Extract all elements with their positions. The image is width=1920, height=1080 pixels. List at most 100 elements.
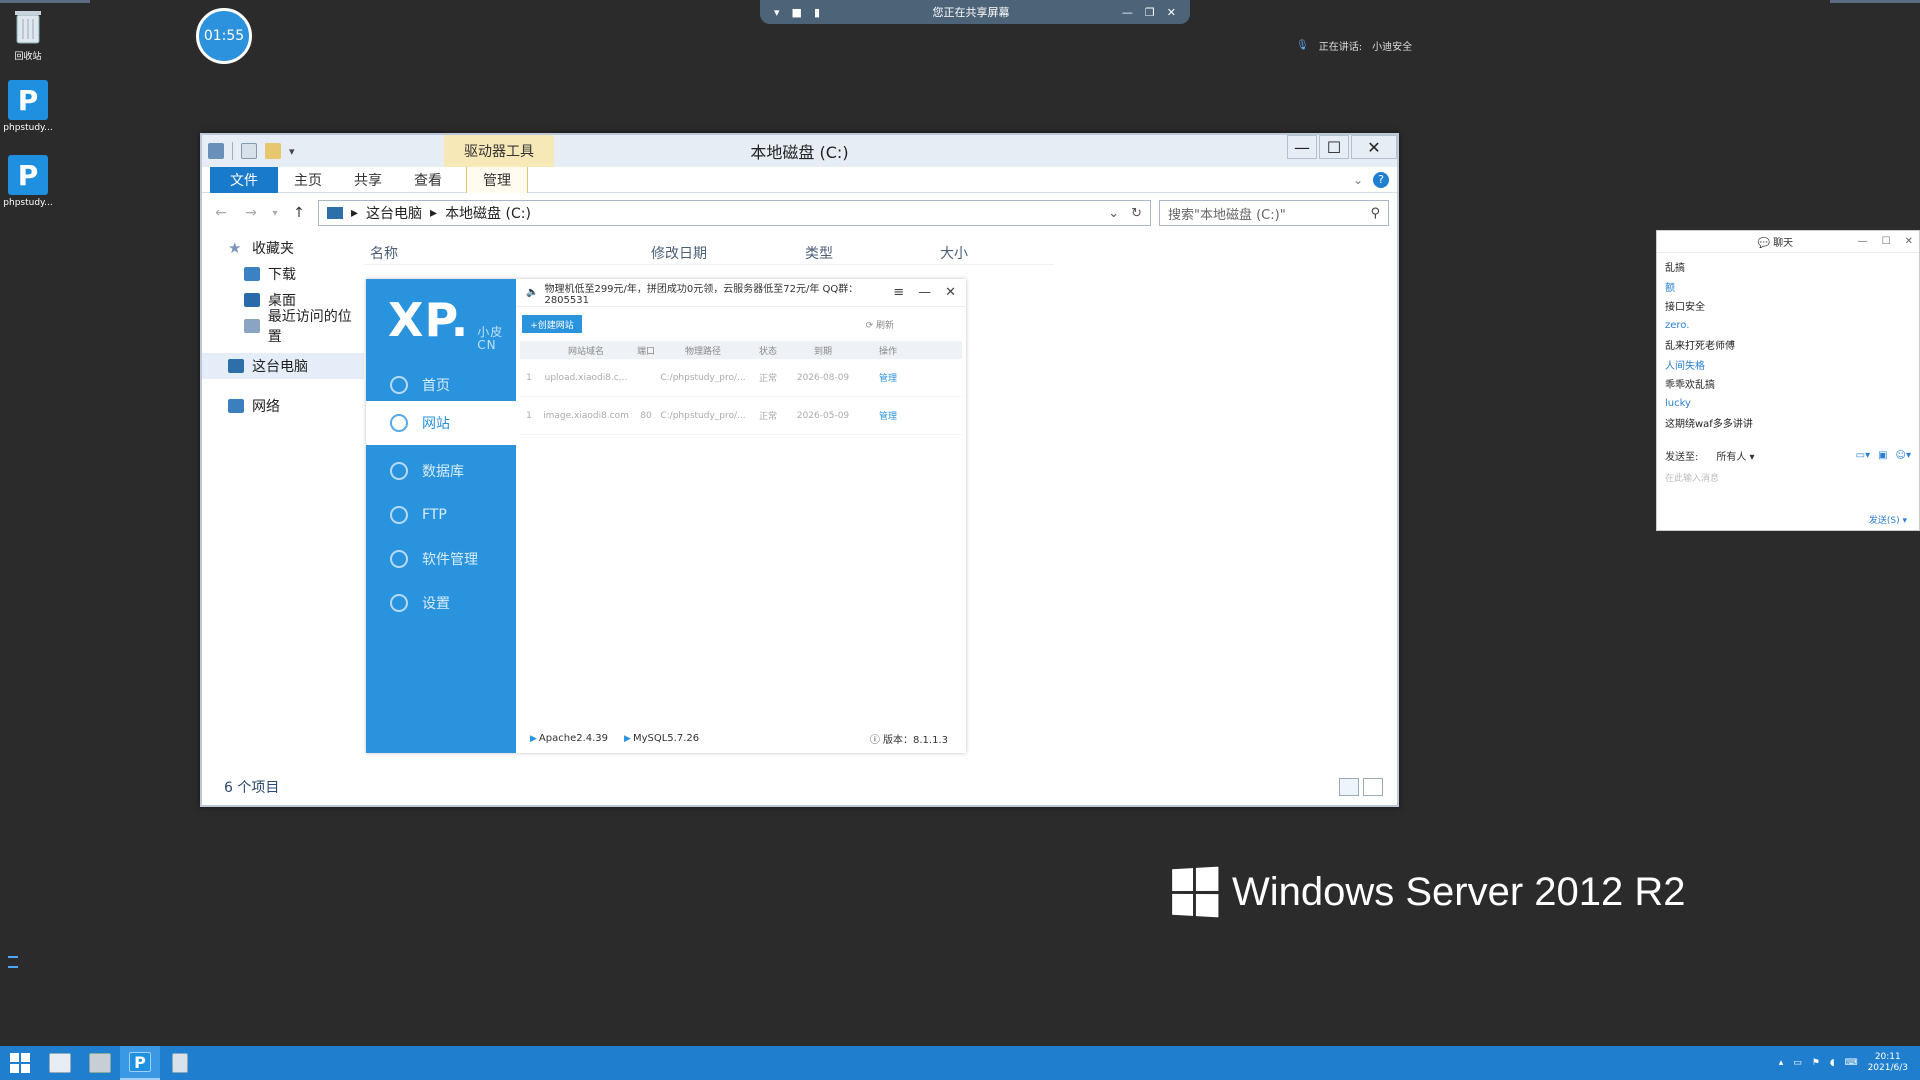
column-name[interactable]: 名称 — [364, 241, 604, 264]
screenshot-icon[interactable]: ▣ — [1878, 450, 1887, 461]
refresh-label: 刷新 — [875, 320, 894, 331]
breadcrumb-drive-c[interactable]: 本地磁盘 (C:) — [445, 203, 531, 223]
chat-input[interactable]: 在此输入消息 — [1657, 467, 1919, 507]
breadcrumb-this-pc[interactable]: 这台电脑 — [366, 203, 422, 223]
show-hidden-icons-icon[interactable]: ▴ — [1779, 1058, 1784, 1068]
windows-logo-icon — [10, 1053, 30, 1073]
tab-file[interactable]: 文件 — [210, 166, 278, 193]
keyboard-icon[interactable]: ⌨ — [1845, 1058, 1858, 1068]
php-nav-ftp[interactable]: FTP — [366, 493, 516, 537]
tab-view[interactable]: 查看 — [398, 167, 458, 193]
php-nav-software[interactable]: 软件管理 — [366, 537, 516, 581]
th-path: 物理路径 — [684, 346, 721, 357]
service-status-bar: ▶ Apache2.4.39 ▶ MySQL5.7.26 ⓘ 版本：8.1.1.3 — [516, 723, 966, 753]
desktop-icon-recycle-bin[interactable]: 回收站 — [2, 6, 54, 62]
network-tray-icon[interactable]: ▭ — [1793, 1058, 1802, 1068]
recent-locations-icon[interactable]: ▾ — [270, 208, 280, 219]
send-to-label: 发送至: — [1665, 451, 1699, 463]
side-handle-icon[interactable] — [8, 956, 18, 968]
column-size[interactable]: 大小 — [884, 241, 1024, 264]
search-box[interactable]: 搜索"本地磁盘 (C:)" ⚲ — [1159, 200, 1389, 226]
file-icon[interactable]: ▭▾ — [1856, 450, 1870, 461]
php-nav-settings[interactable]: 设置 — [366, 581, 516, 625]
php-nav-database[interactable]: 数据库 — [366, 449, 516, 493]
tab-share[interactable]: 共享 — [338, 167, 398, 193]
clock[interactable]: 20:11 2021/6/3 — [1868, 1052, 1908, 1074]
up-arrow-icon[interactable]: ↑ — [288, 205, 310, 221]
speaking-name: 小迪安全 — [1372, 42, 1413, 53]
restore-icon[interactable]: ❐ — [1145, 6, 1155, 19]
manage-link[interactable]: 管理 — [858, 409, 918, 422]
close-icon[interactable]: ✕ — [945, 285, 956, 300]
minimize-icon[interactable]: — — [1858, 236, 1868, 247]
create-website-button[interactable]: +创建网站 — [522, 315, 582, 333]
php-nav-website[interactable]: 网站 — [366, 401, 516, 445]
table-row[interactable]: 1 upload.xiaodi8.c... C:/phpstudy_pro/..… — [520, 359, 962, 397]
expand-ribbon-icon[interactable]: ⌄ — [1353, 173, 1363, 187]
nav-network[interactable]: 网络 — [202, 393, 364, 419]
column-modified[interactable]: 修改日期 — [604, 241, 754, 264]
table-row[interactable]: 1 image.xiaodi8.com 80 C:/phpstudy_pro/.… — [520, 397, 962, 435]
volume-icon[interactable]: ◖ — [1830, 1058, 1835, 1068]
start-button[interactable] — [0, 1046, 40, 1080]
refresh-icon[interactable]: ↻ — [1131, 206, 1142, 221]
os-name: Windows Server 2012 R2 — [1232, 869, 1686, 914]
taskbar-server-manager[interactable] — [40, 1046, 80, 1080]
php-nav-home[interactable]: 首页 — [366, 369, 516, 401]
recording-timer[interactable]: 01:55 — [196, 8, 252, 64]
mysql-status[interactable]: ▶ MySQL5.7.26 — [624, 733, 699, 744]
clock-date: 2021/6/3 — [1867, 1063, 1908, 1073]
chat-message: 乱搞 — [1665, 263, 1685, 275]
logo-text: XP. — [388, 293, 470, 347]
column-type[interactable]: 类型 — [754, 241, 884, 264]
share-stop-icon[interactable]: ■ — [792, 6, 802, 19]
send-to-select[interactable]: 所有人 ▾ — [1716, 448, 1754, 463]
large-icons-view-icon[interactable] — [1363, 778, 1383, 796]
user-icon[interactable]: ☺▾ — [1896, 450, 1911, 461]
send-button[interactable]: 发送(S) ▾ — [1869, 513, 1907, 526]
manage-link[interactable]: 管理 — [858, 371, 918, 384]
taskbar-phpstudy[interactable]: P — [120, 1046, 160, 1080]
tab-manage[interactable]: 管理 — [466, 166, 528, 193]
minimize-icon[interactable]: — — [918, 285, 931, 300]
gear-icon — [390, 594, 408, 612]
chat-titlebar[interactable]: 💬 聊天 — ☐ ✕ — [1657, 231, 1919, 253]
mysql-label: MySQL5.7.26 — [632, 732, 700, 744]
php-nav-label: 设置 — [422, 596, 450, 612]
close-icon[interactable]: ✕ — [1167, 6, 1176, 19]
taskbar-app[interactable] — [160, 1046, 200, 1080]
restore-icon[interactable]: ☐ — [1882, 236, 1891, 247]
details-view-icon[interactable] — [1339, 778, 1359, 796]
minimize-button[interactable]: — — [1287, 135, 1317, 159]
nav-this-pc[interactable]: 这台电脑 — [202, 353, 364, 379]
back-arrow-icon[interactable]: ← — [210, 205, 232, 221]
breadcrumb-separator-icon[interactable]: ▸ — [351, 205, 358, 221]
nav-recent[interactable]: 最近访问的位置 — [202, 309, 364, 345]
apache-status[interactable]: ▶ Apache2.4.39 — [530, 733, 608, 744]
address-bar[interactable]: ▸ 这台电脑 ▸ 本地磁盘 (C:) ⌄ ↻ — [318, 200, 1151, 226]
breadcrumb-separator-icon[interactable]: ▸ — [430, 205, 437, 221]
forward-arrow-icon[interactable]: → — [240, 205, 262, 221]
search-icon[interactable]: ⚲ — [1370, 206, 1380, 221]
screen-share-bar[interactable]: ▾ ■ ▮ 您正在共享屏幕 — ❐ ✕ — [760, 0, 1190, 24]
cell-path: C:/phpstudy_pro/... — [660, 372, 746, 383]
close-icon[interactable]: ✕ — [1905, 236, 1913, 247]
php-nav-label: 网站 — [422, 416, 450, 432]
th-domain: 网站域名 — [567, 346, 604, 357]
taskbar-file-explorer[interactable] — [80, 1046, 120, 1080]
maximize-button[interactable]: ☐ — [1319, 135, 1349, 159]
tab-home[interactable]: 主页 — [278, 167, 338, 193]
flag-icon[interactable]: ⚑ — [1812, 1058, 1820, 1068]
minimize-icon[interactable]: — — [1122, 6, 1133, 19]
desktop-icon-phpstudy-1[interactable]: P phpstudy... — [2, 80, 54, 133]
explorer-titlebar[interactable]: ▾ 驱动器工具 本地磁盘 (C:) — ☐ ✕ — [202, 135, 1397, 167]
help-icon[interactable]: ? — [1373, 171, 1389, 188]
chevron-down-icon[interactable]: ▾ — [774, 6, 780, 19]
close-button[interactable]: ✕ — [1351, 135, 1397, 159]
refresh-button[interactable]: ⟳ 刷新 — [866, 318, 894, 331]
desktop-icon-phpstudy-2[interactable]: P phpstudy... — [2, 155, 54, 208]
address-dropdown-icon[interactable]: ⌄ — [1108, 206, 1119, 221]
menu-icon[interactable]: ≡ — [893, 285, 904, 300]
nav-favorites[interactable]: ★ 收藏夹 — [202, 235, 364, 261]
nav-downloads[interactable]: 下载 — [202, 261, 364, 287]
